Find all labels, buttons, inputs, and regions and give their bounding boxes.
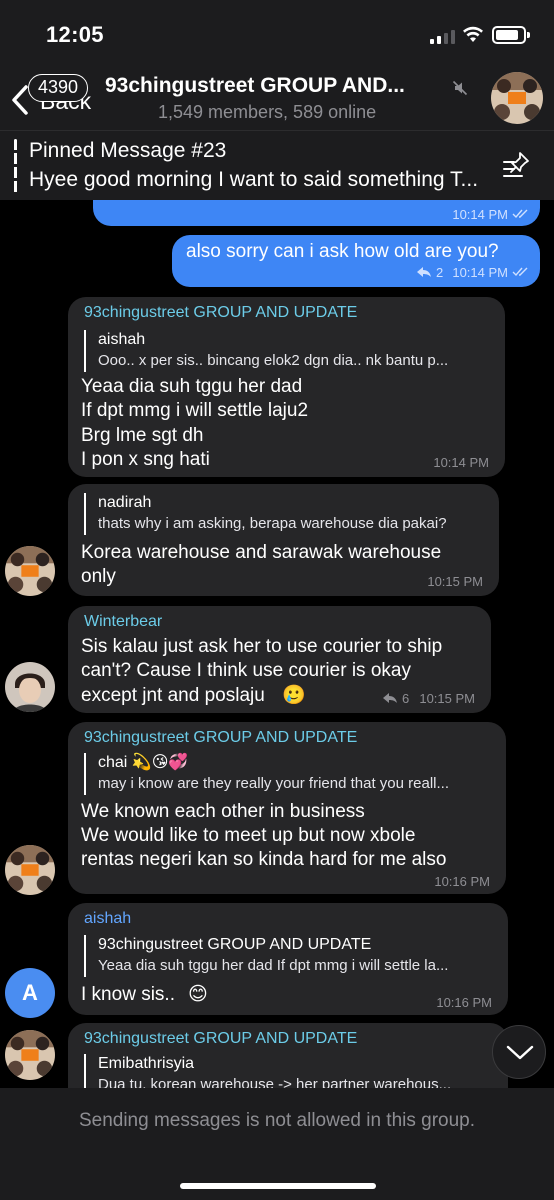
group-avatar[interactable] — [5, 845, 55, 895]
reply-quote-text: Yeaa dia suh tggu her dad If dpt mmg i w… — [98, 957, 449, 974]
message-time: 10:14 PM — [452, 265, 508, 280]
composer-area: Sending messages is not allowed in this … — [0, 1088, 554, 1200]
reply-quote-text: Dua tu, korean warehouse -> her partner … — [98, 1076, 452, 1088]
message-sender[interactable]: aishah — [84, 910, 131, 928]
message-time: 10:15 PM — [427, 574, 483, 589]
scroll-down-chevron-icon — [506, 1045, 534, 1060]
reply-quote-text: thats why i am asking, berapa warehouse … — [98, 515, 447, 532]
pinned-text: Hyee good morning I want to said somethi… — [29, 168, 479, 191]
reply-quote-name: aishah — [98, 331, 146, 348]
group-avatar[interactable] — [491, 72, 543, 124]
read-checks-icon — [512, 267, 528, 277]
message-line: Brg lme sgt dh — [81, 425, 204, 446]
message-line: I pon x sng hati — [81, 449, 210, 470]
status-time: 12:05 — [46, 22, 104, 47]
reply-arrow-icon — [383, 693, 397, 703]
message-bubble-incoming[interactable]: 93chingustreet GROUP AND UPDATE Emibathr… — [68, 1023, 508, 1088]
group-avatar[interactable] — [5, 1030, 55, 1080]
message-bubble-incoming[interactable]: nadirah thats why i am asking, berapa wa… — [68, 484, 499, 596]
message-sender[interactable]: Winterbear — [84, 613, 162, 631]
back-chevron-icon — [12, 85, 28, 115]
pinned-message-bar[interactable]: Pinned Message #23 Hyee good morning I w… — [0, 130, 554, 200]
read-checks-icon — [512, 209, 528, 219]
back-button[interactable]: Back 4390 — [8, 74, 104, 122]
home-indicator[interactable] — [180, 1183, 376, 1189]
wifi-icon — [463, 26, 483, 42]
message-line: only — [81, 566, 116, 587]
message-line: except jnt and poslaju — [81, 685, 265, 706]
message-line: Sis kalau just ask her to use courier to… — [81, 636, 443, 657]
reply-quote-name: nadirah — [98, 494, 152, 511]
message-line: I know sis.. — [81, 984, 175, 1005]
message-line: We would like to meet up but now xbole — [81, 825, 416, 846]
reply-count: 2 — [436, 265, 444, 280]
message-line: If dpt mmg i will settle laju2 — [81, 400, 309, 421]
mute-icon — [452, 80, 468, 96]
reply-quote-text: Ooo.. x per sis.. bincang elok2 dgn dia.… — [98, 352, 449, 369]
message-bubble-incoming[interactable]: 93chingustreet GROUP AND UPDATE chai 💫😘💞… — [68, 722, 506, 894]
message-bubble-incoming[interactable]: Winterbear Sis kalau just ask her to use… — [68, 606, 491, 713]
message-emoji: 😊 — [188, 984, 208, 1005]
message-sender[interactable]: 93chingustreet GROUP AND UPDATE — [84, 304, 357, 322]
message-bubble-outgoing[interactable]: also sorry can i ask how old are you? 2 … — [172, 235, 540, 287]
winterbear-avatar[interactable] — [5, 662, 55, 712]
message-sender[interactable]: 93chingustreet GROUP AND UPDATE — [84, 1030, 357, 1048]
message-text: also sorry can i ask how old are you? — [186, 241, 499, 262]
message-time: 10:16 PM — [434, 874, 490, 889]
reply-quote[interactable]: 93chingustreet GROUP AND UPDATE Yeaa dia… — [84, 935, 448, 977]
scroll-to-bottom-button[interactable] — [492, 1025, 546, 1079]
reply-count: 6 — [402, 691, 410, 706]
reply-quote[interactable]: nadirah thats why i am asking, berapa wa… — [84, 493, 447, 535]
message-time: 10:16 PM — [436, 995, 492, 1010]
reply-quote[interactable]: Emibathrisyia Dua tu, korean warehouse -… — [84, 1054, 451, 1088]
unread-badge: 4390 — [28, 74, 89, 102]
message-sender[interactable]: 93chingustreet GROUP AND UPDATE — [84, 729, 357, 747]
reply-quote-name: Emibathrisyia — [98, 1055, 195, 1072]
sending-disabled-notice: Sending messages is not allowed in this … — [78, 1110, 476, 1131]
reply-quote-name: 93chingustreet GROUP AND UPDATE — [98, 936, 372, 953]
status-bar: 12:05 — [0, 0, 554, 64]
message-time: 10:15 PM — [419, 691, 475, 706]
message-time: 10:14 PM — [433, 455, 489, 470]
battery-icon — [492, 26, 530, 44]
pinned-title: Pinned Message #23 — [29, 139, 227, 162]
chat-header: Back 4390 93chingustreet GROUP AND... 1,… — [0, 64, 554, 130]
aishah-avatar[interactable]: A — [5, 968, 55, 1018]
reply-quote-name: chai 💫😘💞 — [98, 754, 189, 771]
group-avatar[interactable] — [5, 546, 55, 596]
reply-quote-text: may i know are they really your friend t… — [98, 775, 449, 792]
message-bubble-incoming[interactable]: 93chingustreet GROUP AND UPDATE aishah O… — [68, 297, 505, 477]
signal-icon — [430, 30, 456, 44]
chat-title[interactable]: 93chingustreet GROUP AND... — [105, 74, 405, 98]
reply-quote[interactable]: chai 💫😘💞 may i know are they really your… — [84, 753, 449, 795]
reply-arrow-icon — [417, 267, 431, 277]
message-time: 10:14 PM — [452, 207, 508, 222]
message-line: can't? Cause I think use courier is okay — [81, 660, 411, 681]
chat-subtitle: 1,549 members, 589 online — [158, 102, 377, 122]
pinned-indicator — [14, 139, 17, 193]
message-emoji: 🥲 — [282, 685, 306, 706]
pin-list-icon[interactable] — [502, 151, 532, 181]
message-line: Yeaa dia suh tggu her dad — [81, 376, 303, 397]
message-line: Korea warehouse and sarawak warehouse — [81, 542, 442, 563]
reply-quote[interactable]: aishah Ooo.. x per sis.. bincang elok2 d… — [84, 330, 448, 372]
message-line: We known each other in business — [81, 801, 365, 822]
message-line: rentas negeri kan so kinda hard for me a… — [81, 849, 447, 870]
message-list[interactable]: 10:14 PM also sorry can i ask how old ar… — [0, 200, 554, 1088]
message-bubble-incoming[interactable]: aishah 93chingustreet GROUP AND UPDATE Y… — [68, 903, 508, 1015]
message-bubble-outgoing[interactable]: 10:14 PM — [93, 200, 540, 226]
